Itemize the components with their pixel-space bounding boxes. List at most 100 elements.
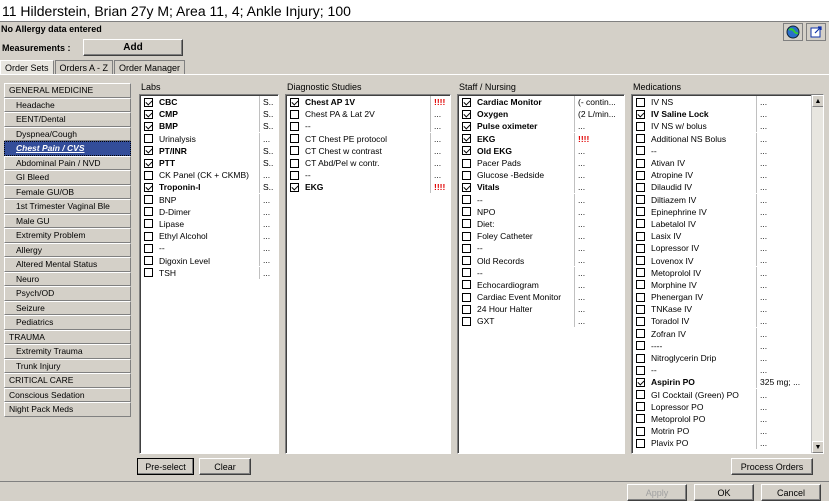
order-checkbox[interactable] <box>636 182 645 192</box>
order-checkbox[interactable] <box>636 316 645 326</box>
order-row[interactable]: Oxygen (2 L/min... <box>458 108 624 121</box>
category-item[interactable]: Extremity Problem <box>4 228 131 243</box>
order-detail[interactable]: ... <box>756 181 810 194</box>
order-row[interactable]: Digoxin Level... <box>140 254 278 267</box>
preselect-button[interactable]: Pre-select <box>137 458 194 475</box>
order-detail[interactable]: ... <box>756 108 810 121</box>
category-item[interactable]: Female GU/OB <box>4 184 131 199</box>
order-row[interactable]: IV NS w/ bolus... <box>632 120 823 133</box>
order-row[interactable]: 24 Hour Halter... <box>458 303 624 316</box>
order-row[interactable]: Morphine IV... <box>632 278 823 291</box>
order-row[interactable]: CT Chest PE protocol... <box>286 132 450 145</box>
category-item[interactable]: Pediatrics <box>4 315 131 330</box>
order-detail[interactable]: ... <box>756 230 810 243</box>
order-detail[interactable]: ... <box>756 205 810 218</box>
scroll-up-icon[interactable]: ▲ <box>812 95 823 107</box>
order-row[interactable]: PTT S.. <box>140 156 278 169</box>
order-detail[interactable]: S.. <box>259 96 278 108</box>
order-checkbox[interactable] <box>290 134 299 144</box>
order-detail[interactable]: ... <box>574 230 624 243</box>
order-detail[interactable]: ... <box>430 169 450 182</box>
process-orders-button[interactable]: Process Orders <box>731 458 813 475</box>
order-checkbox[interactable] <box>636 329 645 339</box>
order-detail[interactable]: ... <box>756 156 810 169</box>
order-checkbox[interactable] <box>144 170 153 180</box>
order-detail[interactable]: ... <box>259 217 278 230</box>
order-checkbox[interactable] <box>462 134 471 144</box>
order-checkbox[interactable] <box>462 304 471 314</box>
order-row[interactable]: Old Records... <box>458 254 624 267</box>
order-detail[interactable]: ... <box>574 181 624 194</box>
order-checkbox[interactable] <box>144 207 153 217</box>
order-detail[interactable]: ... <box>756 400 810 413</box>
scroll-down-icon[interactable]: ▼ <box>812 441 823 453</box>
order-detail[interactable]: ... <box>574 266 624 279</box>
order-checkbox[interactable] <box>144 243 153 253</box>
order-row[interactable]: Urinalysis... <box>140 132 278 145</box>
clear-button[interactable]: Clear <box>199 458 251 475</box>
category-item[interactable]: Trunk Injury <box>4 358 131 373</box>
order-checkbox[interactable] <box>144 231 153 241</box>
order-row[interactable]: TNKase IV... <box>632 303 823 316</box>
category-item[interactable]: Night Pack Meds <box>4 402 131 417</box>
category-item[interactable]: Allergy <box>4 242 131 257</box>
order-detail[interactable]: ... <box>259 230 278 243</box>
order-detail[interactable]: S.. <box>259 108 278 121</box>
order-checkbox[interactable] <box>144 121 153 131</box>
order-detail[interactable]: ... <box>756 242 810 255</box>
category-item[interactable]: 1st Trimester Vaginal Ble <box>4 199 131 214</box>
order-checkbox[interactable] <box>144 158 153 168</box>
order-detail[interactable]: ... <box>574 242 624 255</box>
category-item[interactable]: Chest Pain / CVS <box>4 141 131 156</box>
order-detail[interactable]: ... <box>574 315 624 328</box>
order-row[interactable]: EKG!!!! <box>286 181 450 194</box>
order-checkbox[interactable] <box>144 268 153 278</box>
order-detail[interactable]: ... <box>574 303 624 316</box>
order-detail[interactable]: ... <box>756 315 810 328</box>
order-checkbox[interactable] <box>636 268 645 278</box>
order-row[interactable]: Lasix IV... <box>632 230 823 243</box>
order-checkbox[interactable] <box>144 109 153 119</box>
ok-button[interactable]: OK <box>694 484 754 501</box>
order-row[interactable]: Cardiac Monitor (- contin... <box>458 96 624 108</box>
order-row[interactable]: CBC S.. <box>140 96 278 108</box>
order-row[interactable]: BMP S.. <box>140 120 278 133</box>
order-checkbox[interactable] <box>636 146 645 156</box>
order-row[interactable]: --... <box>286 120 450 133</box>
category-item[interactable]: Altered Mental Status <box>4 257 131 272</box>
order-row[interactable]: NPO... <box>458 205 624 218</box>
order-row[interactable]: Lovenox IV... <box>632 254 823 267</box>
order-checkbox[interactable] <box>290 158 299 168</box>
order-detail[interactable]: ... <box>756 351 810 364</box>
order-detail[interactable]: !!!! <box>430 181 450 194</box>
order-detail[interactable]: ... <box>756 132 810 145</box>
order-detail[interactable]: !!!! <box>574 132 624 145</box>
order-row[interactable]: Diet:... <box>458 217 624 230</box>
order-checkbox[interactable] <box>144 146 153 156</box>
order-checkbox[interactable] <box>636 121 645 131</box>
order-row[interactable]: Dilaudid IV... <box>632 181 823 194</box>
cancel-button[interactable]: Cancel <box>761 484 821 501</box>
order-detail[interactable]: ... <box>574 120 624 133</box>
order-row[interactable]: --... <box>458 266 624 279</box>
order-checkbox[interactable] <box>636 304 645 314</box>
order-detail[interactable]: 325 mg; ... <box>756 376 810 389</box>
order-checkbox[interactable] <box>636 280 645 290</box>
order-checkbox[interactable] <box>636 158 645 168</box>
order-row[interactable]: D-Dimer... <box>140 205 278 218</box>
order-detail[interactable]: ... <box>574 193 624 206</box>
order-detail[interactable]: S.. <box>259 181 278 194</box>
order-detail[interactable]: ... <box>756 169 810 182</box>
order-checkbox[interactable] <box>462 316 471 326</box>
order-row[interactable]: Lopressor PO... <box>632 400 823 413</box>
order-detail[interactable]: ... <box>756 425 810 438</box>
order-row[interactable]: Metoprolol PO... <box>632 412 823 425</box>
order-row[interactable]: Ethyl Alcohol... <box>140 230 278 243</box>
order-row[interactable]: BNP... <box>140 193 278 206</box>
order-row[interactable]: Old EKG... <box>458 144 624 157</box>
order-checkbox[interactable] <box>462 268 471 278</box>
order-row[interactable]: Plavix PO... <box>632 437 823 450</box>
order-row[interactable]: --... <box>458 193 624 206</box>
order-detail[interactable]: ... <box>756 96 810 108</box>
order-detail[interactable]: ... <box>574 291 624 303</box>
